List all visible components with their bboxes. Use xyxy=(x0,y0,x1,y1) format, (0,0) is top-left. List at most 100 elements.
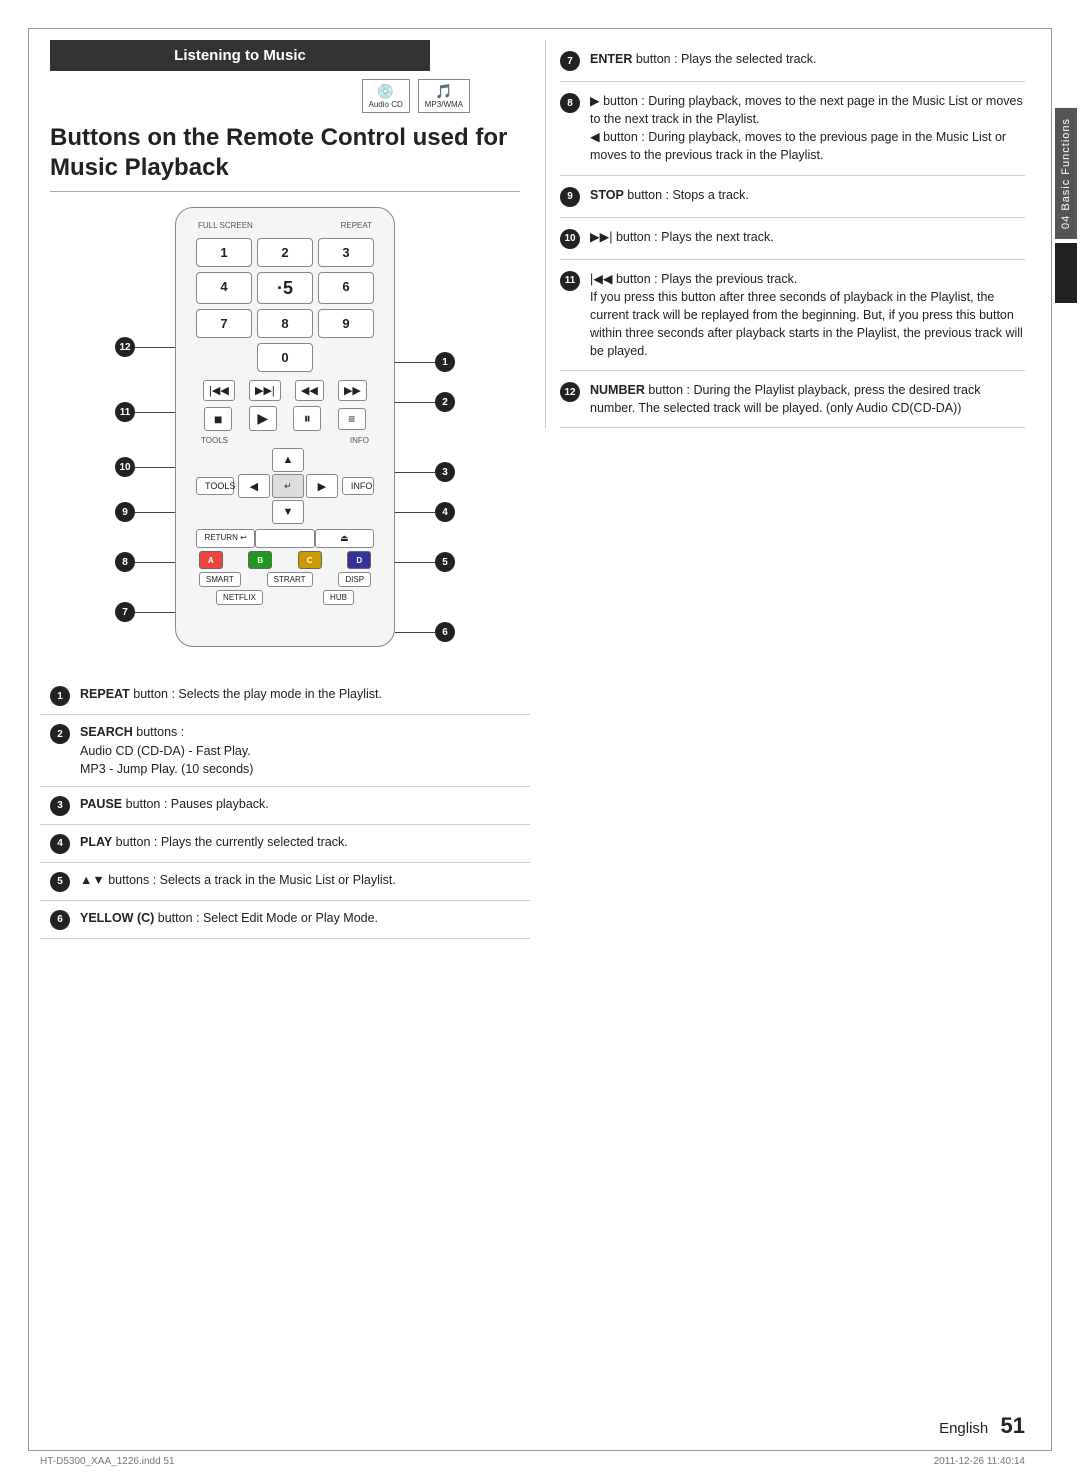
line-8 xyxy=(135,562,175,563)
btn-yellow: C xyxy=(298,551,322,569)
item-num-3: 3 xyxy=(50,796,70,816)
btn-green: B xyxy=(248,551,272,569)
btn-home xyxy=(255,529,314,548)
btn-pause: ⏸ xyxy=(293,406,321,431)
right-item-num-7: 7 xyxy=(560,51,580,71)
remote-playback-row: ■ ▶ ⏸ ≡ xyxy=(196,406,374,431)
callout-4: 4 xyxy=(435,502,455,522)
item-row-3: 3 PAUSE button : Pauses playback. xyxy=(40,787,530,825)
btn-blue: D xyxy=(347,551,371,569)
footer-right: 2011-12-26 11:40:14 xyxy=(934,1456,1025,1467)
btn-strart: STRART xyxy=(267,572,313,587)
title-divider xyxy=(50,191,520,192)
btn-7: 7 xyxy=(196,309,252,338)
right-item-num-8: 8 xyxy=(560,93,580,113)
btn-left: ◀ xyxy=(238,474,270,498)
right-item-num-10: 10 xyxy=(560,229,580,249)
line-7 xyxy=(135,612,175,613)
item-row-6: 6 YELLOW (C) button : Select Edit Mode o… xyxy=(40,901,530,939)
remote-diagram: FULL SCREEN REPEAT 1 2 3 4 ·5 6 7 8 9 0 xyxy=(115,207,455,657)
callout-5: 5 xyxy=(435,552,455,572)
callout-3: 3 xyxy=(435,462,455,482)
remote-nav-section: TOOLS INFO TOOLS ▲ ◀ ↵ ▶ xyxy=(196,436,374,524)
page-title: Buttons on the Remote Control used for M… xyxy=(50,123,530,183)
right-column: 7 ENTER button : Plays the selected trac… xyxy=(560,40,1025,428)
footer: HT-D5300_XAA_1226.indd 51 2011-12-26 11:… xyxy=(40,1456,1025,1467)
btn-return: RETURN ↩ xyxy=(196,529,255,548)
btn-5: ·5 xyxy=(257,272,313,304)
callout-6: 6 xyxy=(435,622,455,642)
right-item-text-11: |◀◀ button : Plays the previous track.If… xyxy=(590,270,1025,361)
btn-ffwd: ▶▶ xyxy=(338,380,367,401)
item-num-2: 2 xyxy=(50,724,70,744)
right-item-row-7: 7 ENTER button : Plays the selected trac… xyxy=(560,40,1025,82)
item-num-5: 5 xyxy=(50,872,70,892)
remote-color-row: A B C D xyxy=(186,551,384,569)
footer-left: HT-D5300_XAA_1226.indd 51 xyxy=(40,1456,175,1467)
main-content: Listening to Music 💿 Audio CD 🎵 MP3/WMA … xyxy=(40,40,1025,1439)
btn-smart: SMART xyxy=(199,572,241,587)
chapter-label: 04 Basic Functions xyxy=(1055,108,1077,239)
item-num-6: 6 xyxy=(50,910,70,930)
callout-12: 12 xyxy=(115,337,135,357)
line-6 xyxy=(395,632,435,633)
right-item-text-7: ENTER button : Plays the selected track. xyxy=(590,50,817,68)
tools-label: TOOLS xyxy=(201,436,228,445)
page-border-top xyxy=(28,28,1052,29)
btn-3: 3 xyxy=(318,238,374,267)
remote-smart-row: SMART STRART DISP xyxy=(186,572,384,587)
section-header: Listening to Music xyxy=(50,40,430,71)
right-item-num-11: 11 xyxy=(560,271,580,291)
line-12 xyxy=(135,347,175,348)
callout-7-left: 7 xyxy=(115,602,135,622)
btn-netflix: NETFLIX xyxy=(216,590,263,605)
remote-top-labels: FULL SCREEN REPEAT xyxy=(186,221,384,230)
btn-playlist: ≡ xyxy=(338,408,366,430)
item-text-5: ▲▼ buttons : Selects a track in the Musi… xyxy=(80,871,396,889)
item-text-3: PAUSE button : Pauses playback. xyxy=(80,795,269,813)
right-item-num-9: 9 xyxy=(560,187,580,207)
btn-red: A xyxy=(199,551,223,569)
btn-6: 6 xyxy=(318,272,374,304)
right-item-text-9: STOP button : Stops a track. xyxy=(590,186,749,204)
line-10 xyxy=(135,467,175,468)
btn-4: 4 xyxy=(196,272,252,304)
right-item-row-10: 10 ▶▶| button : Plays the next track. xyxy=(560,218,1025,260)
remote-body: FULL SCREEN REPEAT 1 2 3 4 ·5 6 7 8 9 0 xyxy=(175,207,395,647)
item-text-1: REPEAT button : Selects the play mode in… xyxy=(80,685,382,703)
callout-2: 2 xyxy=(435,392,455,412)
mp3-wma-icon: 🎵 MP3/WMA xyxy=(418,79,470,113)
item-row-5: 5 ▲▼ buttons : Selects a track in the Mu… xyxy=(40,863,530,901)
btn-9: 9 xyxy=(318,309,374,338)
page-border-left xyxy=(28,28,29,1451)
item-row-4: 4 PLAY button : Plays the currently sele… xyxy=(40,825,530,863)
sidebar-accent-block xyxy=(1055,243,1077,303)
btn-tools: TOOLS xyxy=(196,477,234,495)
btn-1: 1 xyxy=(196,238,252,267)
callout-9-left: 9 xyxy=(115,502,135,522)
page-number-value: 51 xyxy=(1001,1413,1025,1438)
btn-right: ▶ xyxy=(306,474,338,498)
bottom-items-list: 1 REPEAT button : Selects the play mode … xyxy=(40,677,530,938)
right-item-row-11: 11 |◀◀ button : Plays the previous track… xyxy=(560,260,1025,372)
remote-netflix-row: NETFLIX HUB xyxy=(186,590,384,605)
remote-transport-row: |◀◀ ▶▶| ◀◀ ▶▶ xyxy=(196,380,374,401)
item-row-1: 1 REPEAT button : Selects the play mode … xyxy=(40,677,530,715)
repeat-label: REPEAT xyxy=(341,221,372,230)
btn-0: 0 xyxy=(257,343,313,372)
remote-return-row: RETURN ↩ ⏏ xyxy=(196,529,374,548)
right-items-list: 7 ENTER button : Plays the selected trac… xyxy=(560,40,1025,428)
info-label: INFO xyxy=(350,436,369,445)
btn-stop: ■ xyxy=(204,407,232,431)
line-11 xyxy=(135,412,175,413)
btn-enter-nav: ↵ xyxy=(272,474,304,498)
line-3 xyxy=(395,472,435,473)
page-number-prefix: English xyxy=(939,1420,988,1437)
callout-1: 1 xyxy=(435,352,455,372)
item-row-2: 2 SEARCH buttons :Audio CD (CD-DA) - Fas… xyxy=(40,715,530,786)
line-5 xyxy=(395,562,435,563)
btn-play: ▶ xyxy=(249,406,277,431)
btn-info: INFO xyxy=(342,477,374,495)
btn-prev-track: |◀◀ xyxy=(203,380,235,401)
btn-up: ▲ xyxy=(272,448,304,472)
